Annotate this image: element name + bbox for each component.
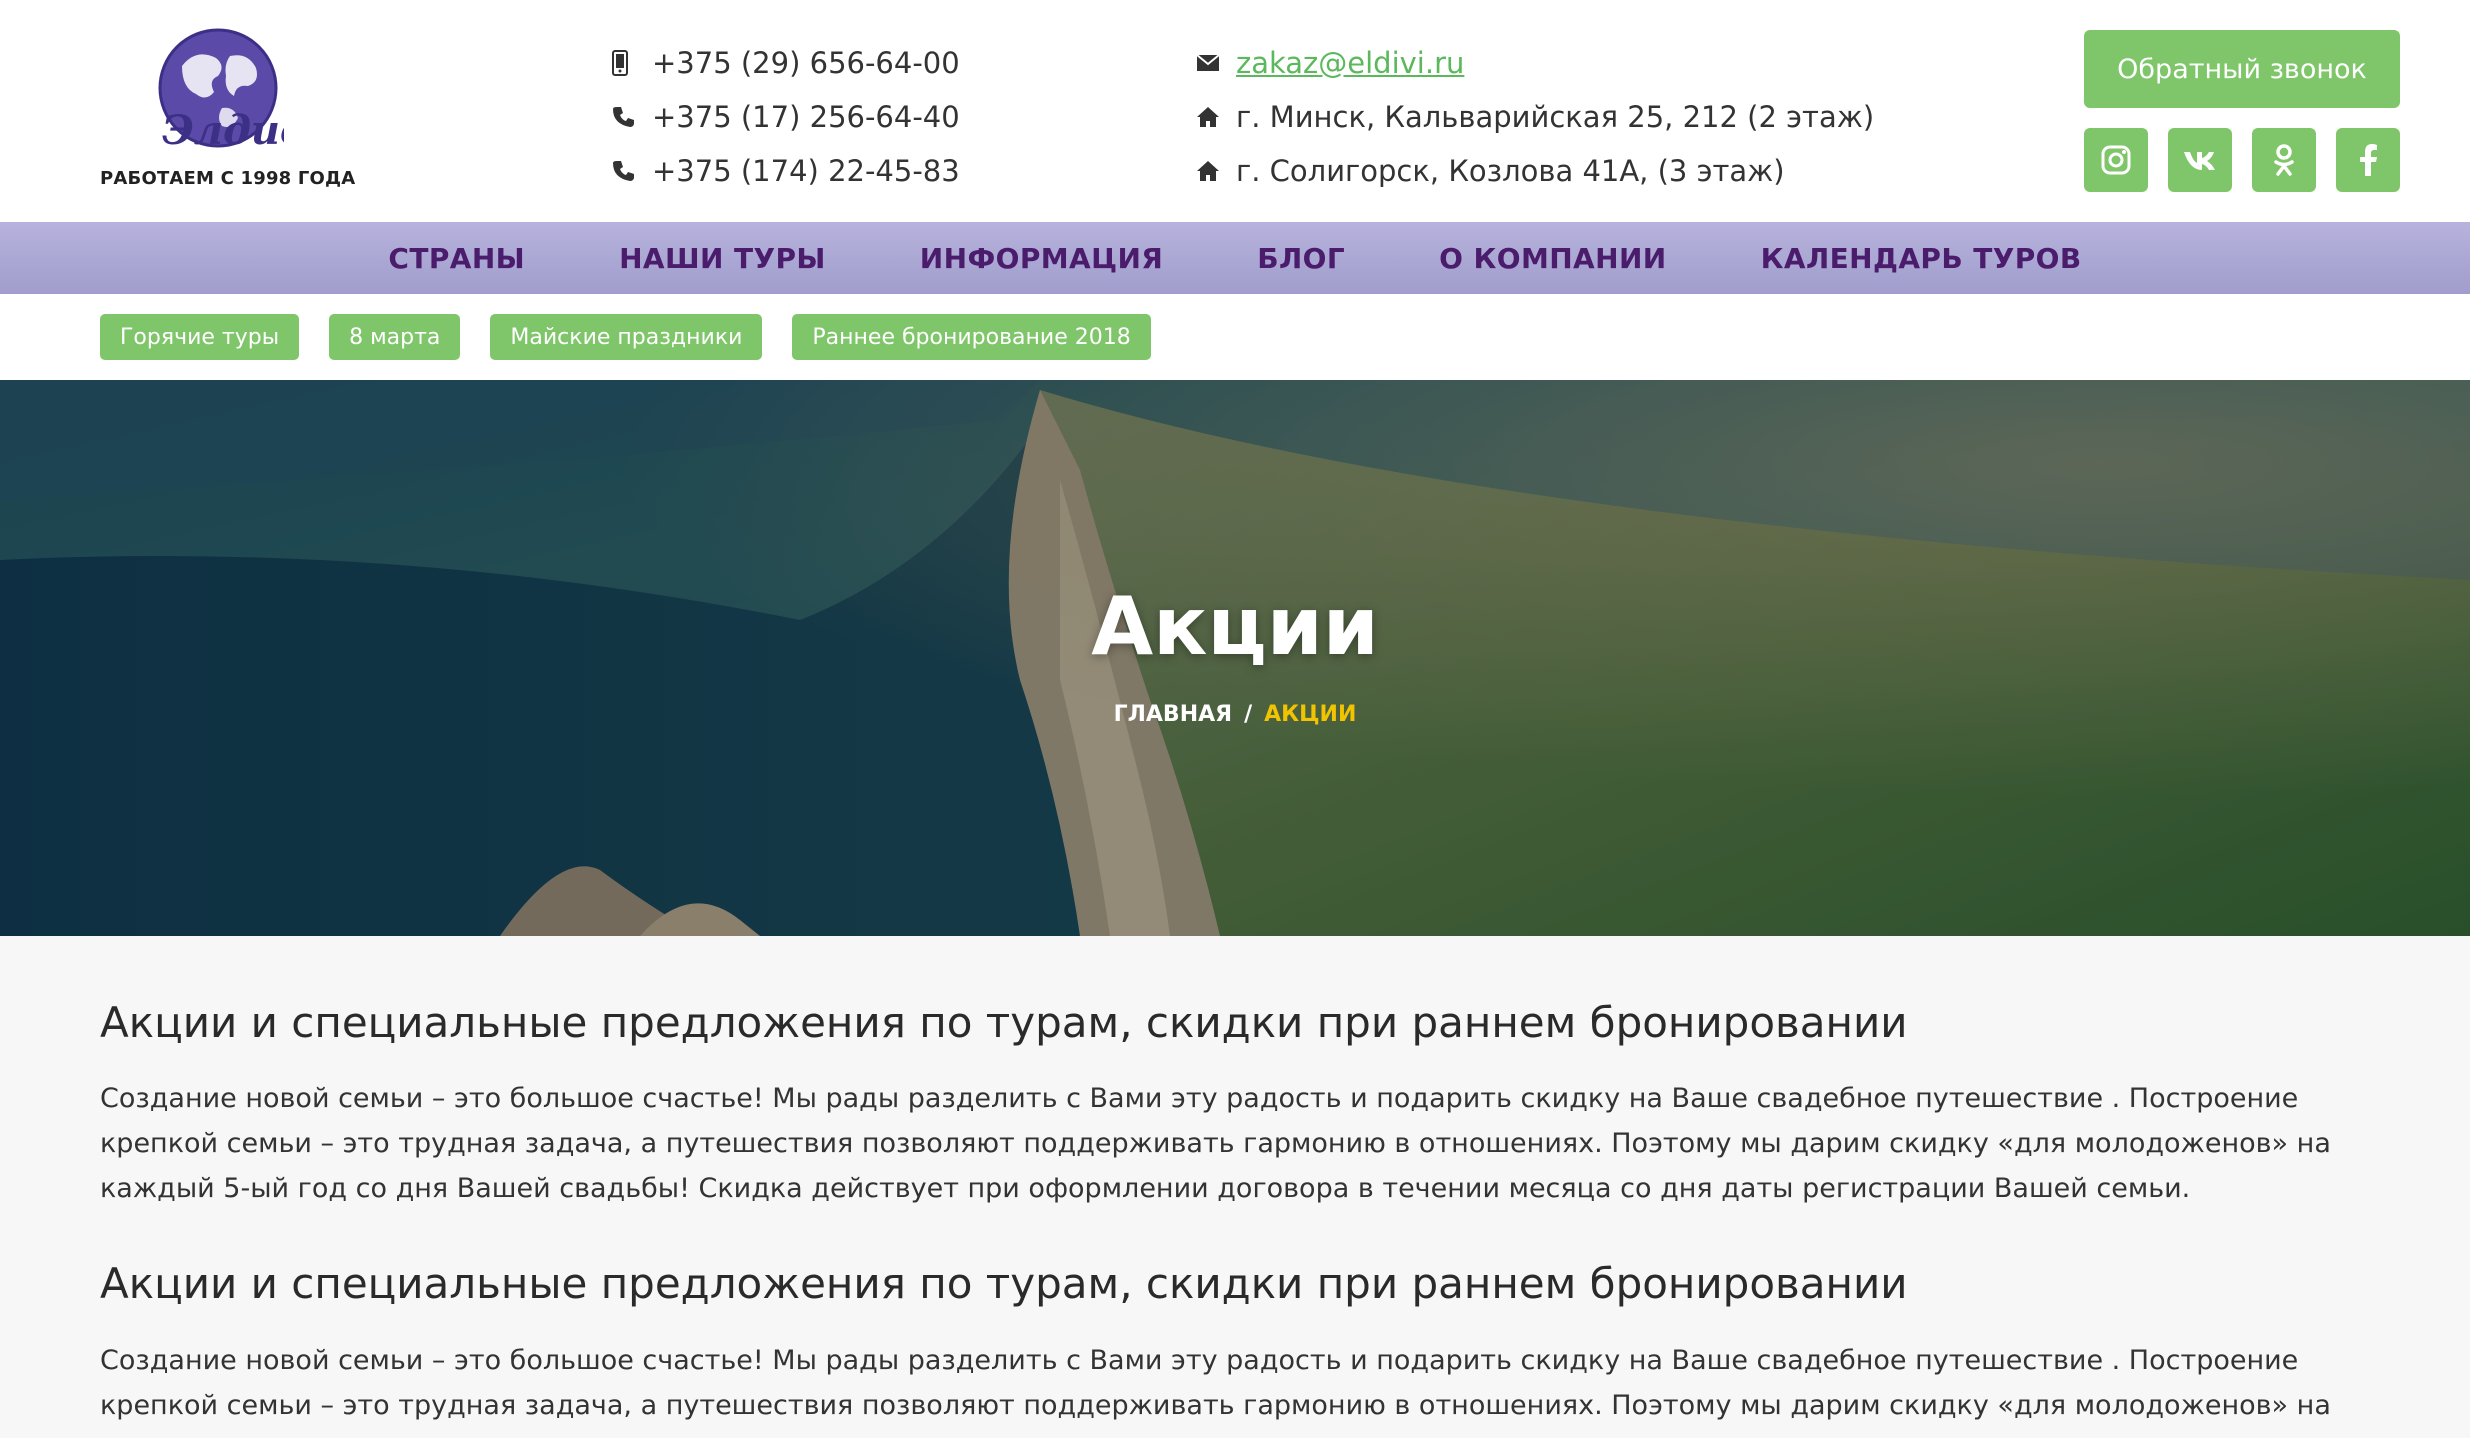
address-text: г. Солигорск, Козлова 41А, (3 этаж) <box>1236 154 1785 188</box>
hero-banner: Акции ГЛАВНАЯ / АКЦИИ <box>0 380 2470 936</box>
address-row-soligorsk: г. Солигорск, Козлова 41А, (3 этаж) <box>1196 144 1874 198</box>
section-paragraph: Создание новой семьи – это большое счаст… <box>100 1083 2331 1205</box>
tag-hot-tours[interactable]: Горячие туры <box>100 314 300 360</box>
home-icon <box>1196 160 1236 182</box>
breadcrumb-current: АКЦИИ <box>1264 702 1357 727</box>
envelope-icon <box>1196 54 1236 72</box>
tag-march-8[interactable]: 8 марта <box>329 314 461 360</box>
nav-item-countries[interactable]: СТРАНЫ <box>341 242 572 275</box>
main-content: Акции и специальные предложения по турам… <box>100 936 2390 1438</box>
email-row[interactable]: zakaz@eldivi.ru <box>1196 36 1874 90</box>
phone-number[interactable]: +375 (17) 256-64-40 <box>652 100 960 134</box>
breadcrumb: ГЛАВНАЯ / АКЦИИ <box>0 702 2470 727</box>
nav-item-information[interactable]: ИНФОРМАЦИЯ <box>873 242 1210 275</box>
facebook-icon[interactable] <box>2336 128 2400 192</box>
site-logo[interactable]: Элдиви РАБОТАЕМ С 1998 ГОДА <box>100 26 355 196</box>
email-link[interactable]: zakaz@eldivi.ru <box>1236 46 1464 80</box>
svg-text:Элдиви: Элдиви <box>162 107 284 154</box>
home-icon <box>1196 106 1236 128</box>
main-nav: СТРАНЫ НАШИ ТУРЫ ИНФОРМАЦИЯ БЛОГ О КОМПА… <box>0 222 2470 294</box>
section-heading: Акции и специальные предложения по турам… <box>100 1259 1908 1309</box>
tag-early-booking[interactable]: Раннее бронирование 2018 <box>792 314 1151 360</box>
phone-row-mobile[interactable]: +375 (29) 656-64-00 <box>612 36 960 90</box>
phone-list: +375 (29) 656-64-00 +375 (17) 256-64-40 … <box>612 36 960 198</box>
tag-may-holidays[interactable]: Майские праздники <box>490 314 763 360</box>
phone-row-soligorsk[interactable]: +375 (174) 22-45-83 <box>612 144 960 198</box>
odnoklassniki-icon[interactable] <box>2252 128 2316 192</box>
section-paragraph: Создание новой семьи – это большое счаст… <box>100 1344 2331 1438</box>
phone-row-landline[interactable]: +375 (17) 256-64-40 <box>612 90 960 144</box>
breadcrumb-separator: / <box>1244 702 1253 727</box>
social-links <box>2084 128 2400 192</box>
phone-icon <box>612 105 652 129</box>
vk-icon[interactable] <box>2168 128 2232 192</box>
logo-tagline: РАБОТАЕМ С 1998 ГОДА <box>100 168 356 189</box>
globe-logo-icon: Элдиви <box>158 28 284 154</box>
mobile-phone-icon <box>612 50 652 76</box>
address-text: г. Минск, Кальварийская 25, 212 (2 этаж) <box>1236 100 1875 134</box>
nav-item-calendar[interactable]: КАЛЕНДАРЬ ТУРОВ <box>1714 242 2129 275</box>
address-row-minsk: г. Минск, Кальварийская 25, 212 (2 этаж) <box>1196 90 1874 144</box>
page-title: Акции <box>1091 580 1379 673</box>
nav-item-tours[interactable]: НАШИ ТУРЫ <box>572 242 873 275</box>
callback-button[interactable]: Обратный звонок <box>2084 30 2400 108</box>
phone-icon <box>612 159 652 183</box>
nav-item-blog[interactable]: БЛОГ <box>1210 242 1392 275</box>
promo-tag-bar: Горячие туры 8 марта Майские праздники Р… <box>0 294 2470 380</box>
nav-item-about[interactable]: О КОМПАНИИ <box>1392 242 1714 275</box>
contact-list: zakaz@eldivi.ru г. Минск, Кальварийская … <box>1196 36 1874 198</box>
breadcrumb-home-link[interactable]: ГЛАВНАЯ <box>1114 702 1232 727</box>
phone-number[interactable]: +375 (29) 656-64-00 <box>652 46 960 80</box>
instagram-icon[interactable] <box>2084 128 2148 192</box>
site-header: Элдиви РАБОТАЕМ С 1998 ГОДА +375 (29) 65… <box>0 0 2470 222</box>
phone-number[interactable]: +375 (174) 22-45-83 <box>652 154 960 188</box>
section-heading: Акции и специальные предложения по турам… <box>100 998 1908 1047</box>
